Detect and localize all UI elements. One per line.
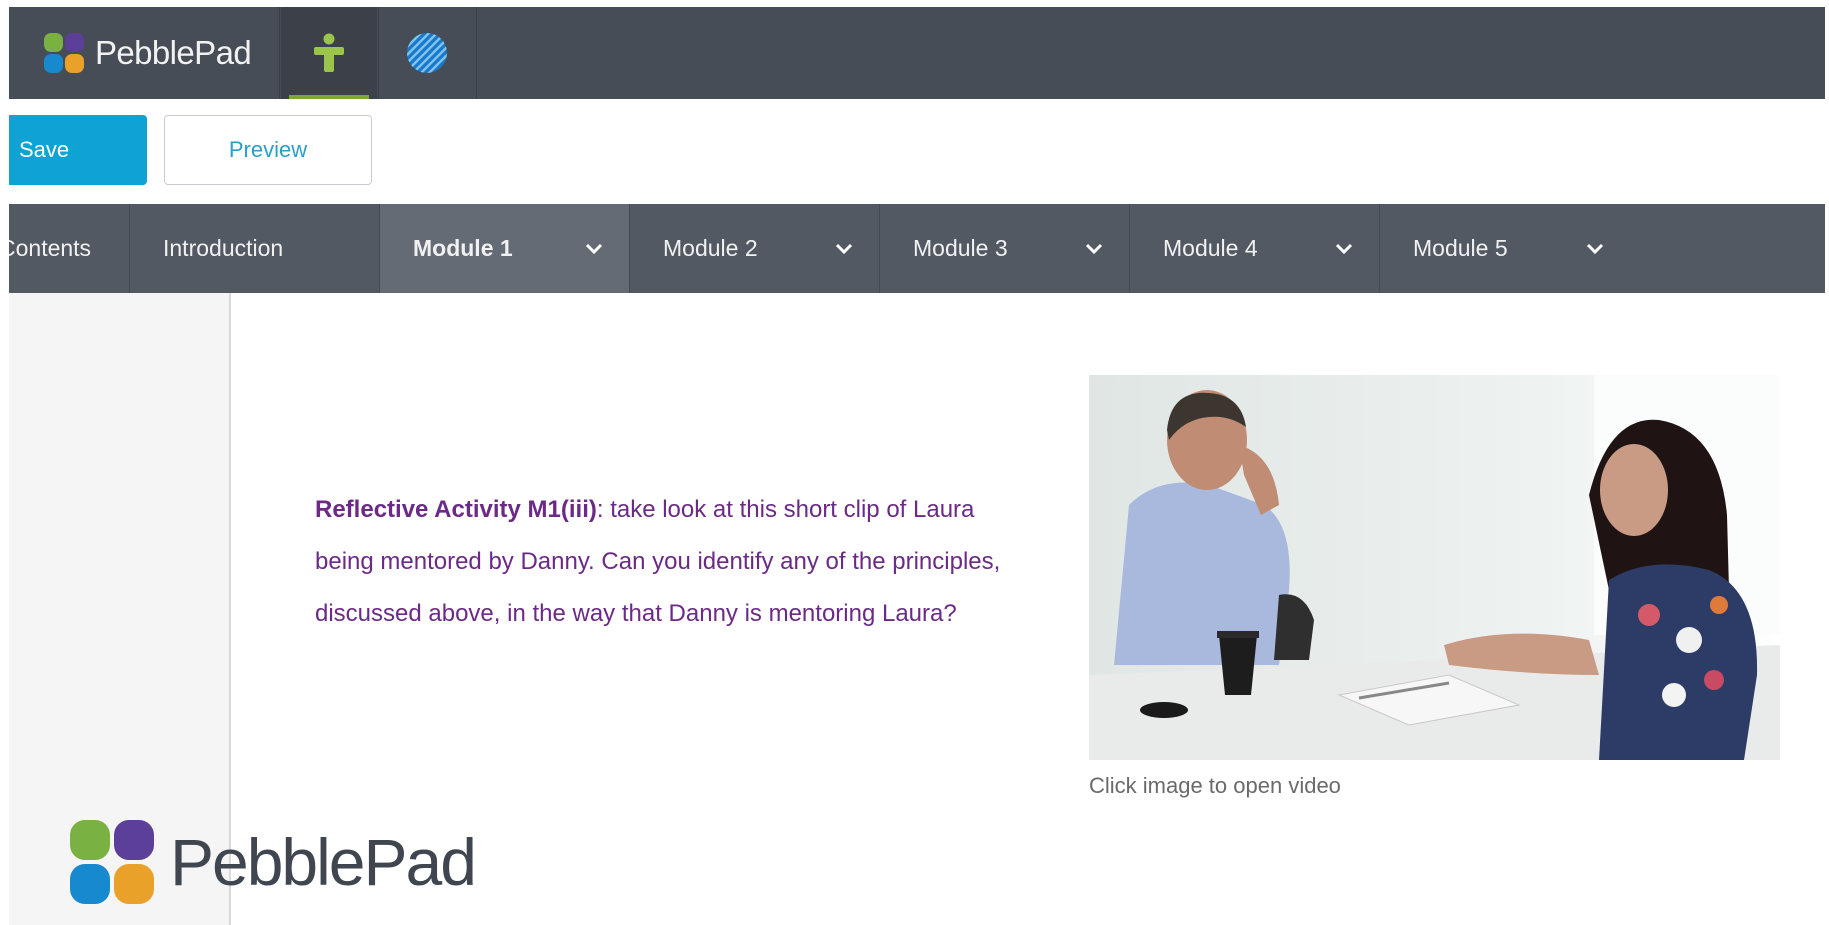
nav-item-label: Module 1 xyxy=(413,235,513,261)
nav-item-label: Module 4 xyxy=(1163,235,1258,261)
page-navigation: Contents Introduction Module 1 Module 2 … xyxy=(9,204,1825,293)
footer-logo-name: PebblePad xyxy=(170,825,477,899)
activity-paragraph: Reflective Activity M1(iii): take look a… xyxy=(315,484,1015,640)
chevron-down-icon[interactable] xyxy=(1333,237,1355,259)
pebblepad-logo-icon xyxy=(70,820,154,904)
chevron-down-icon[interactable] xyxy=(1083,237,1105,259)
preview-button[interactable]: Preview xyxy=(164,115,372,185)
nav-item-label: Module 2 xyxy=(663,235,758,261)
nav-item-label: Contents xyxy=(9,235,92,261)
footer-logo: PebblePad xyxy=(68,818,477,906)
save-button[interactable]: Save xyxy=(9,115,147,185)
nav-item-module-4[interactable]: Module 4 xyxy=(1130,204,1380,293)
brand-logo[interactable]: PebblePad xyxy=(9,7,271,99)
chevron-down-icon[interactable] xyxy=(1584,237,1606,259)
chevron-down-icon[interactable] xyxy=(833,237,855,259)
tab-personal[interactable] xyxy=(281,7,377,99)
chevron-down-icon[interactable] xyxy=(583,237,605,259)
nav-item-introduction[interactable]: Introduction xyxy=(130,204,380,293)
pebblepad-logo-icon xyxy=(44,33,84,73)
nav-item-label: Module 5 xyxy=(1413,235,1508,261)
video-thumbnail-image xyxy=(1089,375,1780,760)
nav-item-module-5[interactable]: Module 5 xyxy=(1380,204,1630,293)
nav-item-label: Module 3 xyxy=(913,235,1008,261)
app-topbar: PebblePad xyxy=(9,7,1825,99)
nav-item-module-1[interactable]: Module 1 xyxy=(380,204,630,293)
person-icon xyxy=(314,33,344,72)
globe-icon xyxy=(407,33,447,73)
topbar-divider xyxy=(476,7,477,99)
nav-item-label: Introduction xyxy=(163,235,284,261)
brand-name: PebblePad xyxy=(95,34,252,71)
nav-item-contents[interactable]: Contents xyxy=(9,204,130,293)
active-tab-indicator xyxy=(289,95,369,99)
video-thumbnail[interactable] xyxy=(1089,375,1780,760)
nav-item-module-3[interactable]: Module 3 xyxy=(880,204,1130,293)
activity-title: Reflective Activity M1(iii) xyxy=(315,496,597,523)
video-caption: Click image to open video xyxy=(1089,773,1341,798)
nav-item-module-2[interactable]: Module 2 xyxy=(630,204,880,293)
topbar-divider xyxy=(279,7,280,99)
tab-workspace[interactable] xyxy=(379,7,475,99)
